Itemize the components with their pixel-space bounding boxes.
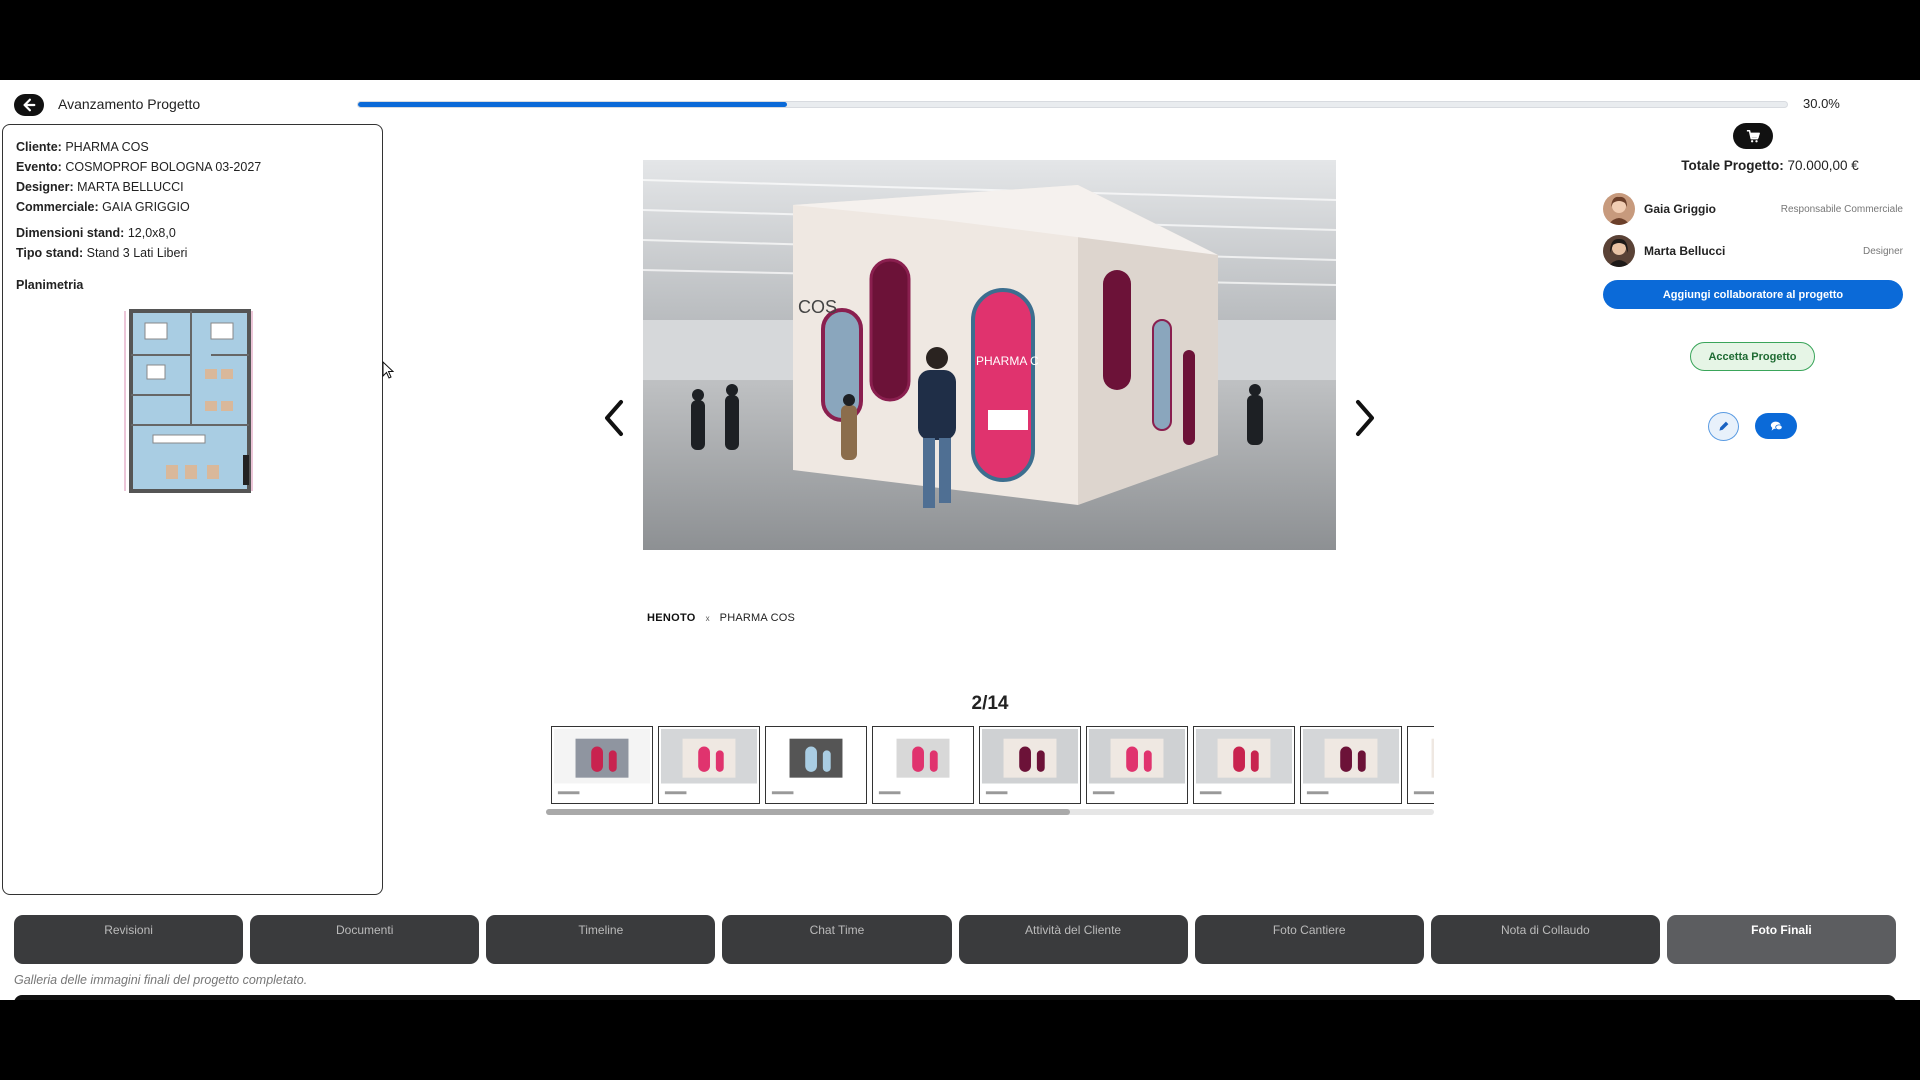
tab-timeline[interactable]: Timeline <box>486 915 716 964</box>
dimensioni-label: Dimensioni stand: <box>16 226 125 240</box>
project-progress-bar <box>357 101 1788 108</box>
designer-row: Designer: MARTA BELLUCCI <box>16 177 369 197</box>
thumbnail-strip[interactable] <box>551 726 1434 806</box>
designer-value: MARTA BELLUCCI <box>77 180 184 194</box>
progress-fill <box>358 102 787 107</box>
evento-row: Evento: COSMOPROF BOLOGNA 03-2027 <box>16 157 369 177</box>
collaborator-row[interactable]: Gaia Griggio Responsabile Commerciale <box>1603 192 1903 226</box>
gallery-thumbnail[interactable] <box>979 726 1081 804</box>
next-image-button[interactable] <box>1347 393 1383 443</box>
cart-icon <box>1746 129 1760 143</box>
project-total: Totale Progetto: 70.000,00 € <box>1600 158 1920 173</box>
back-button[interactable] <box>14 94 44 116</box>
chevron-right-icon <box>1356 400 1374 436</box>
total-label: Totale Progetto: <box>1681 158 1784 173</box>
collaborator-role: Designer <box>1862 245 1903 257</box>
arrow-left-icon <box>23 98 36 112</box>
gallery-thumbnail[interactable] <box>872 726 974 804</box>
mouse-cursor-icon <box>382 361 394 379</box>
app-screen: Avanzamento Progetto 30.0% Cliente: PHAR… <box>0 80 1920 1000</box>
stand-render-image[interactable]: COS PHARMA C <box>643 160 1336 550</box>
previous-image-button[interactable] <box>596 393 632 443</box>
project-info-panel: Cliente: PHARMA COS Evento: COSMOPROF BO… <box>2 124 383 895</box>
gallery-thumbnail[interactable] <box>1300 726 1402 804</box>
pencil-icon <box>1719 421 1729 431</box>
collaborator-role: Responsabile Commerciale <box>1780 203 1903 215</box>
tab-documenti[interactable]: Documenti <box>250 915 480 964</box>
avatar <box>1603 193 1635 225</box>
stand-sign-arch: PHARMA C <box>976 354 1039 368</box>
tipo-stand-row: Tipo stand: Stand 3 Lati Liberi <box>16 243 369 263</box>
avatar <box>1603 235 1635 267</box>
gallery-thumbnail[interactable] <box>1086 726 1188 804</box>
evento-label: Evento: <box>16 160 62 174</box>
section-tabs: Revisioni Documenti Timeline Chat Time Attiv… <box>14 915 1896 964</box>
tab-chat-time[interactable]: Chat Time <box>722 915 952 964</box>
floorplan-image[interactable] <box>121 305 256 495</box>
thumbnail-scrollbar-thumb[interactable] <box>546 809 1070 815</box>
tab-foto-finali[interactable]: Foto Finali <box>1666 915 1896 964</box>
edit-button[interactable] <box>1708 412 1739 441</box>
render-brand-strip: HENOTO x PHARMA COS <box>647 612 795 624</box>
total-value: 70.000,00 € <box>1787 158 1859 173</box>
cart-button[interactable] <box>1733 123 1773 149</box>
tab-foto-cantiere[interactable]: Foto Cantiere <box>1194 915 1424 964</box>
add-collaborator-button[interactable]: Aggiungi collaboratore al progetto <box>1603 280 1903 309</box>
collaborator-name: Gaia Griggio <box>1644 202 1717 216</box>
page-title: Avanzamento Progetto <box>58 96 201 112</box>
commerciale-row: Commerciale: GAIA GRIGGIO <box>16 197 369 217</box>
cliente-label: Cliente: <box>16 140 62 154</box>
stand-sign-left: COS <box>798 297 837 317</box>
image-counter: 2/14 <box>971 693 1009 714</box>
tab-description: Galleria delle immagini finali del proge… <box>14 973 308 987</box>
commerciale-label: Commerciale: <box>16 200 99 214</box>
designer-label: Designer: <box>16 180 74 194</box>
cliente-value: PHARMA COS <box>65 140 149 154</box>
gallery-thumbnail[interactable] <box>1193 726 1295 804</box>
dimensioni-value: 12,0x8,0 <box>127 226 176 240</box>
brand-separator: x <box>705 613 710 623</box>
tipo-stand-label: Tipo stand: <box>16 246 84 260</box>
gallery-thumbnail[interactable] <box>658 726 760 804</box>
tab-revisioni[interactable]: Revisioni <box>14 915 244 964</box>
chat-button[interactable] <box>1755 413 1797 439</box>
gallery-thumbnail[interactable] <box>1407 726 1434 804</box>
pharma-cos-logo: PHARMA COS <box>719 612 796 624</box>
bottom-edge <box>14 995 1896 1000</box>
chat-icon <box>1770 421 1783 431</box>
gallery-thumbnail[interactable] <box>551 726 653 804</box>
progress-percentage: 30.0% <box>1803 96 1840 111</box>
evento-value: COSMOPROF BOLOGNA 03-2027 <box>65 160 262 174</box>
henoto-logo: HENOTO <box>647 612 696 624</box>
tab-attivit-del-cliente[interactable]: Attività del Cliente <box>958 915 1188 964</box>
collaborator-row[interactable]: Marta Bellucci Designer <box>1603 234 1903 268</box>
collaborator-name: Marta Bellucci <box>1644 244 1726 258</box>
chevron-left-icon <box>605 400 623 436</box>
gallery-thumbnail[interactable] <box>765 726 867 804</box>
commerciale-value: GAIA GRIGGIO <box>102 200 190 214</box>
accept-project-button[interactable]: Accetta Progetto <box>1690 342 1815 371</box>
cliente-row: Cliente: PHARMA COS <box>16 137 369 157</box>
planimetria-label: Planimetria <box>16 278 84 292</box>
tab-nota-di-collaudo[interactable]: Nota di Collaudo <box>1430 915 1660 964</box>
dimensioni-row: Dimensioni stand: 12,0x8,0 <box>16 223 369 243</box>
tipo-stand-value: Stand 3 Lati Liberi <box>86 246 188 260</box>
